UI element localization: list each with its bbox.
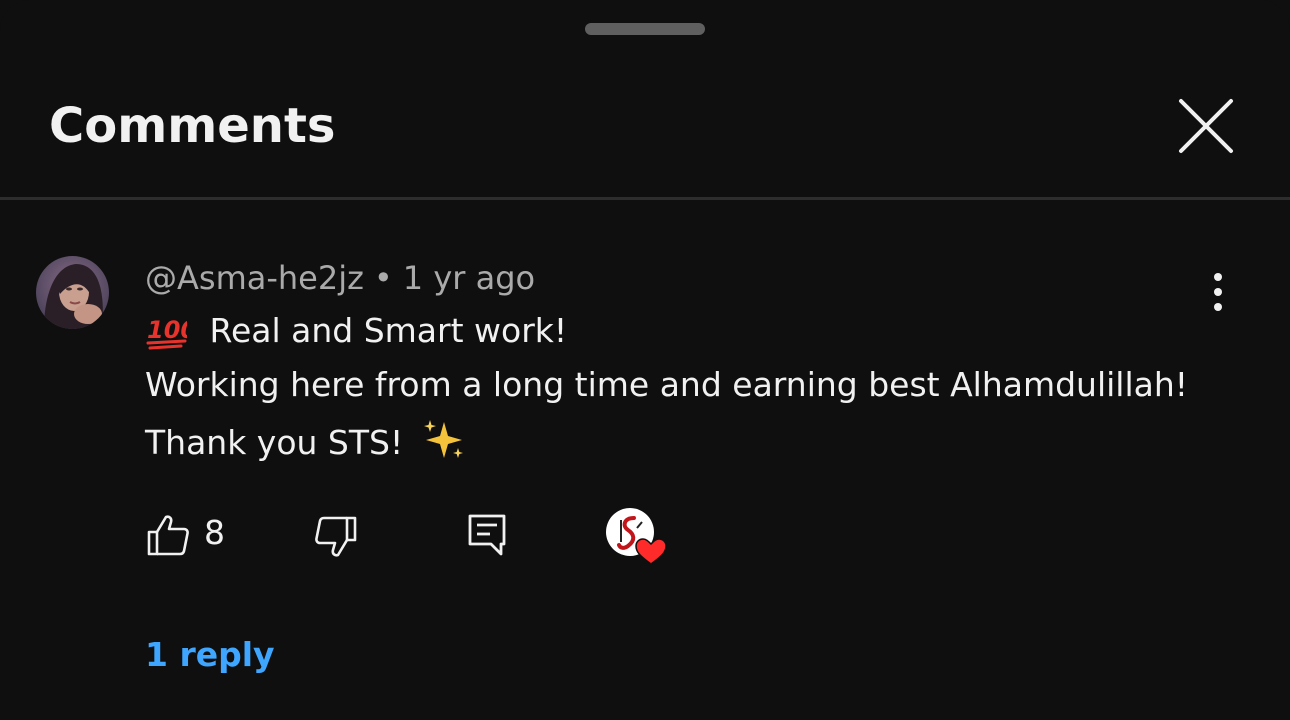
page-title: Comments [49,98,336,154]
creator-heart-icon [606,508,667,565]
meta-separator: • [373,259,393,297]
header-divider [0,197,1290,200]
comment-text-line-3: Thank you STS! [145,418,466,464]
hundred-points-emoji: 100 [146,316,187,350]
close-icon[interactable] [1178,98,1234,154]
thumbs-up-icon[interactable] [147,514,189,556]
view-replies-button[interactable]: 1 reply [145,633,275,677]
comment-author[interactable]: @Asma-he2jz [145,259,364,297]
comment-timestamp: 1 yr ago [402,259,536,297]
comment-text: Working here from a long time and earnin… [145,365,1189,404]
comments-sheet: Comments @Asma-he2jz • 1 yr ago 10 Real … [0,0,1290,720]
comment-text-line-2: Working here from a long time and earnin… [145,364,1188,406]
avatar[interactable] [36,256,109,329]
comment-meta: @Asma-he2jz • 1 yr ago [145,258,535,298]
drag-handle[interactable] [585,23,705,35]
thumbs-down-icon[interactable] [315,516,357,558]
more-vert-icon[interactable] [1198,268,1238,316]
like-count: 8 [204,513,225,552]
sparkles-emoji [423,420,463,458]
comment-reply-icon[interactable] [468,514,506,556]
comment-text: Real and Smart work! [209,311,568,350]
comment-text-line-1: 100 Real and Smart work! [145,310,567,352]
comment-text: Thank you STS! [145,423,404,462]
